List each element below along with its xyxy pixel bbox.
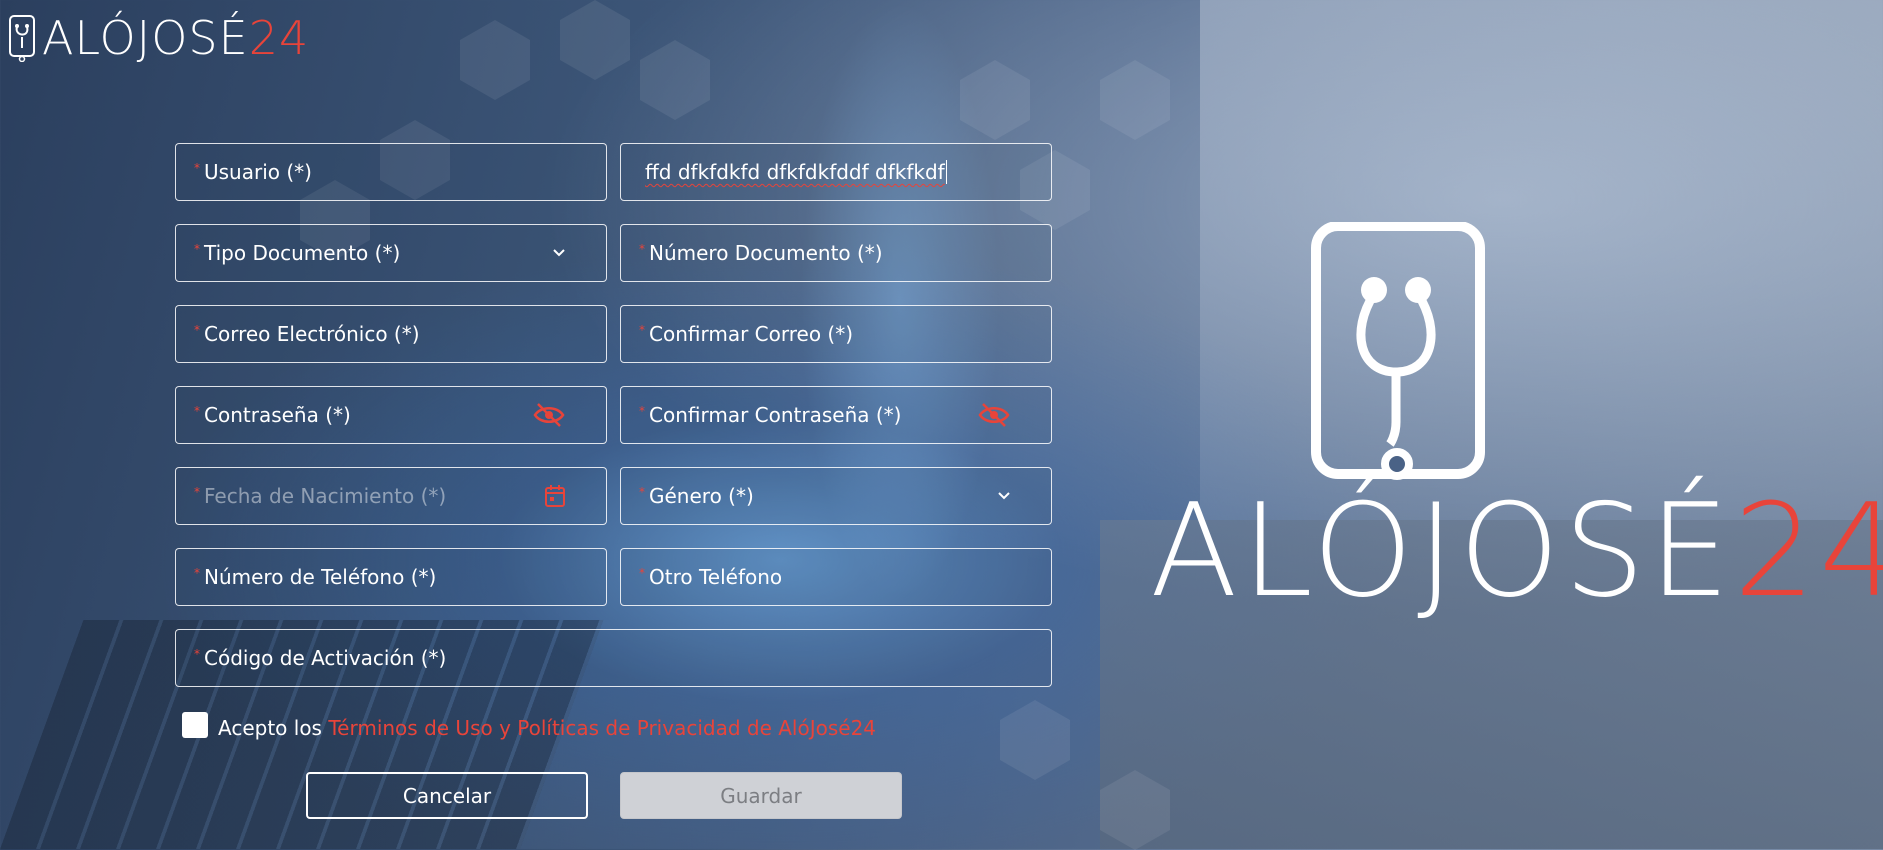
- nombre-value: ffd dfkfdkfd dfkfdkfddf dfkfkdf: [645, 160, 945, 184]
- fecha-nacimiento-input[interactable]: * Fecha de Nacimiento (*): [175, 467, 607, 525]
- required-marker: *: [639, 323, 645, 337]
- otro-telefono-field[interactable]: * Otro Teléfono: [620, 548, 1052, 606]
- confirmar-contrasena-field[interactable]: * Confirmar Contraseña (*): [620, 386, 1052, 444]
- correo-label: Correo Electrónico (*): [204, 322, 420, 346]
- fecha-nacimiento-placeholder: Fecha de Nacimiento (*): [204, 484, 447, 508]
- brand-logo-large: ALÓJOSÉ24: [1150, 221, 1883, 632]
- usuario-label: Usuario (*): [204, 160, 312, 184]
- eye-slash-icon[interactable]: [532, 402, 566, 428]
- contrasena-field[interactable]: * Contraseña (*): [175, 386, 607, 444]
- telefono-label: Número de Teléfono (*): [204, 565, 437, 589]
- required-marker: *: [194, 485, 200, 499]
- usuario-field[interactable]: * Usuario (*): [175, 143, 607, 201]
- otro-telefono-label: Otro Teléfono: [649, 565, 783, 589]
- required-marker: *: [639, 485, 645, 499]
- genero-select[interactable]: * Género (*): [620, 467, 1052, 525]
- contrasena-label: Contraseña (*): [204, 403, 351, 427]
- required-marker: *: [194, 161, 200, 175]
- required-marker: *: [639, 242, 645, 256]
- nombre-input[interactable]: ffd dfkfdkfd dfkfdkfddf dfkfkdf: [620, 143, 1052, 201]
- genero-label: Género (*): [649, 484, 754, 508]
- numero-documento-field[interactable]: * Número Documento (*): [620, 224, 1052, 282]
- cancel-button[interactable]: Cancelar: [306, 772, 588, 819]
- eye-slash-icon[interactable]: [977, 402, 1011, 428]
- required-marker: *: [194, 647, 200, 661]
- calendar-icon[interactable]: [544, 484, 566, 508]
- chevron-down-icon: [553, 249, 565, 257]
- background-hexagon: [1100, 770, 1170, 850]
- terms-checkbox[interactable]: [182, 712, 208, 738]
- brand-name: ALÓJOSÉ24: [42, 11, 310, 65]
- confirmar-correo-label: Confirmar Correo (*): [649, 322, 854, 346]
- header-logo[interactable]: ALÓJOSÉ24: [6, 14, 309, 62]
- codigo-activacion-field[interactable]: * Código de Activación (*): [175, 629, 1052, 687]
- background-hexagon: [960, 60, 1030, 140]
- confirmar-correo-field[interactable]: * Confirmar Correo (*): [620, 305, 1052, 363]
- telefono-field[interactable]: * Número de Teléfono (*): [175, 548, 607, 606]
- brand-name-large: ALÓJOSÉ24: [1150, 477, 1883, 626]
- background-hexagon: [560, 0, 630, 80]
- terms-prefix: Acepto los: [218, 716, 322, 740]
- background-hexagon: [1100, 60, 1170, 140]
- required-marker: *: [194, 404, 200, 418]
- confirmar-contrasena-label: Confirmar Contraseña (*): [649, 403, 902, 427]
- stethoscope-icon: [1311, 221, 1485, 479]
- chevron-down-icon: [998, 492, 1010, 500]
- background-hexagon: [1000, 700, 1070, 780]
- required-marker: *: [194, 242, 200, 256]
- terms-text: Acepto los Términos de Uso y Políticas d…: [218, 716, 876, 740]
- correo-field[interactable]: * Correo Electrónico (*): [175, 305, 607, 363]
- required-marker: *: [639, 566, 645, 580]
- stethoscope-icon: [9, 15, 35, 62]
- save-button[interactable]: Guardar: [620, 772, 902, 819]
- required-marker: *: [194, 323, 200, 337]
- codigo-activacion-label: Código de Activación (*): [204, 646, 447, 670]
- tipo-documento-select[interactable]: * Tipo Documento (*): [175, 224, 607, 282]
- tipo-documento-label: Tipo Documento (*): [204, 241, 401, 265]
- numero-documento-label: Número Documento (*): [649, 241, 883, 265]
- text-caret: [945, 160, 947, 184]
- terms-link[interactable]: Términos de Uso y Políticas de Privacida…: [328, 716, 876, 740]
- background-hexagon: [460, 20, 530, 100]
- required-marker: *: [194, 566, 200, 580]
- required-marker: *: [639, 404, 645, 418]
- background-hexagon: [640, 40, 710, 120]
